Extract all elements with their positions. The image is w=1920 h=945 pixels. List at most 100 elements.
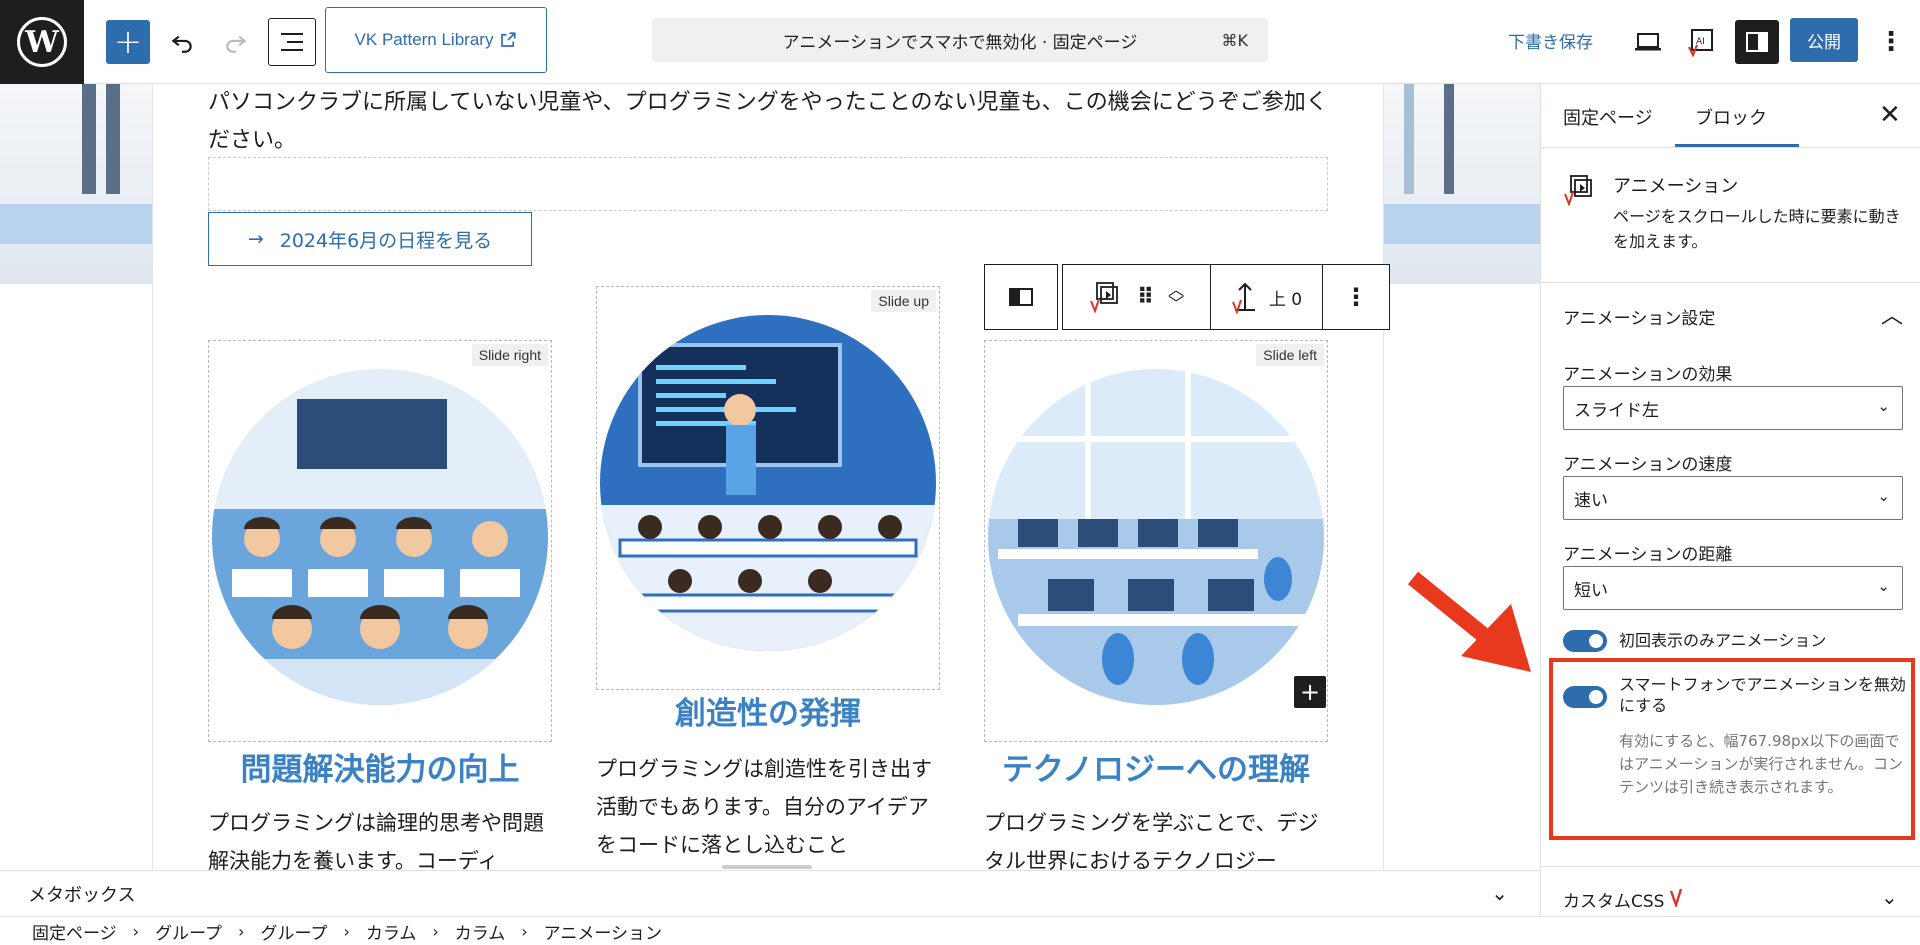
distance-value: 短い <box>1574 580 1608 601</box>
chevron-right-icon: › <box>521 921 528 941</box>
resize-handle[interactable] <box>722 865 812 869</box>
speed-label: アニメーションの速度 <box>1563 455 1733 475</box>
redo-icon <box>226 35 247 53</box>
column-2-title[interactable]: 創造性の発揮 <box>596 688 940 733</box>
custom-css-panel[interactable]: カスタムCSS ⌄ <box>1541 866 1920 926</box>
metabox-area[interactable]: メタボックス ⌄ <box>0 865 1540 916</box>
command-palette-button[interactable]: アニメーションでスマホで無効化 · 固定ページ ⌘K <box>652 18 1268 62</box>
animation-badge: Slide right <box>471 344 548 366</box>
background-image-left <box>0 84 152 284</box>
breadcrumb-item[interactable]: 固定ページ <box>32 919 117 944</box>
parent-block-toolbar <box>984 264 1058 330</box>
distance-select[interactable]: 短い ⌄ <box>1563 566 1903 610</box>
tab-page[interactable]: 固定ページ <box>1563 104 1653 130</box>
breadcrumb-item[interactable]: グループ <box>260 919 327 944</box>
chevron-up-icon[interactable]: ︿ <box>1881 298 1903 330</box>
sidebar-icon <box>1746 32 1768 52</box>
breadcrumb-item[interactable]: カラム <box>455 919 506 944</box>
speed-value: 速い <box>1574 490 1608 511</box>
block-options-button[interactable]: ⋮ <box>1323 265 1389 329</box>
chevron-down-icon: ⌄ <box>1877 487 1890 505</box>
tab-block[interactable]: ブロック <box>1695 104 1767 130</box>
publish-button[interactable]: 公開 <box>1790 18 1858 62</box>
external-link-icon <box>501 32 517 47</box>
teacher-classroom-image <box>600 315 936 651</box>
animation-block-1[interactable]: Slide right <box>208 340 552 742</box>
block-type-controls: ⠿ ︿ ﹀ <box>1063 265 1211 329</box>
background-image-right <box>1384 84 1540 284</box>
move-up-down-icon[interactable]: ︿ ﹀ <box>1168 282 1184 312</box>
breadcrumb-item[interactable]: グループ <box>155 919 222 944</box>
columns-icon <box>1009 288 1033 306</box>
document-overview-button[interactable] <box>268 18 316 66</box>
chevron-down-icon[interactable]: ⌄ <box>1491 881 1508 905</box>
block-toolbar: ⠿ ︿ ﹀ 上 0 ⋮ <box>1062 264 1390 330</box>
classroom-students-image <box>212 369 548 705</box>
schedule-button[interactable]: → 2024年6月の日程を見る <box>208 212 532 266</box>
chevron-right-icon: › <box>432 921 439 941</box>
chevron-right-icon: › <box>343 921 350 941</box>
intro-paragraph[interactable]: パソコンクラブに所属していない児童や、プログラミングをやったことのない児童も、こ… <box>208 84 1328 160</box>
animation-block-3[interactable]: Slide left <box>984 340 1328 742</box>
breadcrumb-item[interactable]: カラム <box>366 919 417 944</box>
animation-block-icon[interactable] <box>1089 281 1123 313</box>
arrow-right-icon: → <box>247 228 264 250</box>
empty-block-placeholder[interactable] <box>208 157 1328 211</box>
save-draft-button[interactable]: 下書き保存 <box>1508 28 1593 53</box>
first-view-only-toggle[interactable] <box>1563 630 1607 652</box>
chevron-down-icon: ⌄ <box>1881 885 1898 909</box>
metabox-label: メタボックス <box>28 884 136 906</box>
undo-button[interactable] <box>160 20 204 64</box>
vk-icon <box>1669 888 1683 907</box>
command-shortcut: ⌘K <box>1221 30 1249 50</box>
block-card: アニメーション ページをスクロールした時に要素に動きを加えます。 <box>1541 148 1920 283</box>
settings-sidebar-toggle[interactable] <box>1735 20 1779 64</box>
column-3-body[interactable]: プログラミングを学ぶことで、デジタル世界におけるテクノロジー <box>984 804 1328 870</box>
chevron-down-icon: ⌄ <box>1877 577 1890 595</box>
breadcrumb-item[interactable]: アニメーション <box>544 919 662 944</box>
chevron-down-icon: ⌄ <box>1877 397 1890 415</box>
effect-select[interactable]: スライド左 ⌄ <box>1563 386 1903 430</box>
select-parent-button[interactable] <box>985 265 1057 329</box>
effect-value: スライド左 <box>1574 400 1659 421</box>
position-value: 上 0 <box>1268 289 1303 310</box>
vk-position-icon <box>1231 282 1255 314</box>
vk-ai-icon: AI <box>1688 29 1713 57</box>
custom-css-label: カスタムCSS <box>1563 892 1665 912</box>
vk-pattern-library-button[interactable]: VK Pattern Library <box>325 7 547 73</box>
undo-icon <box>171 35 192 53</box>
column-3-title[interactable]: テクノロジーへの理解 <box>984 744 1328 789</box>
block-inserter-button[interactable]: + <box>106 20 150 64</box>
first-view-only-label: 初回表示のみアニメーション <box>1619 631 1827 650</box>
settings-sidebar: 固定ページ ブロック ✕ アニメーション ページをスクロールした時に要素に動きを… <box>1540 84 1920 916</box>
block-card-title: アニメーション <box>1613 176 1739 197</box>
options-menu-button[interactable]: ⋮ <box>1876 20 1906 64</box>
active-tab-indicator <box>1675 144 1799 147</box>
redo-button[interactable] <box>214 20 258 64</box>
preview-button[interactable] <box>1626 20 1670 64</box>
block-appender-button[interactable]: + <box>1294 676 1326 708</box>
animation-settings-panel-title[interactable]: アニメーション設定 <box>1563 304 1715 329</box>
sidebar-tabs: 固定ページ ブロック ✕ <box>1541 84 1920 148</box>
vk-pattern-library-label: VK Pattern Library <box>354 30 494 49</box>
speed-select[interactable]: 速い ⌄ <box>1563 476 1903 520</box>
ai-assist-button[interactable]: AI <box>1680 20 1724 64</box>
chevron-right-icon: › <box>238 921 245 941</box>
column-1-body[interactable]: プログラミングは論理的思考や問題解決能力を養います。コーディ <box>208 804 552 870</box>
position-control[interactable]: 上 0 <box>1211 265 1323 329</box>
column-1-title[interactable]: 問題解決能力の向上 <box>208 744 552 789</box>
editor-top-bar: W + VK Pattern Library アニメーションでスマホで無効化 ·… <box>0 0 1920 84</box>
computer-lab-image <box>988 369 1324 705</box>
close-icon[interactable]: ✕ <box>1879 100 1901 130</box>
drag-handle-icon[interactable]: ⠿ <box>1137 285 1154 310</box>
animation-block-icon <box>1564 175 1592 206</box>
wordpress-logo-button[interactable]: W <box>0 0 84 84</box>
animation-block-2[interactable]: Slide up <box>596 286 940 690</box>
desktop-preview-icon <box>1635 33 1661 51</box>
highlight-box <box>1549 658 1915 840</box>
distance-label: アニメーションの距離 <box>1563 545 1733 565</box>
column-2-body[interactable]: プログラミングは創造性を引き出す活動でもあります。自分のアイデアをコードに落とし… <box>596 750 940 864</box>
red-arrow-annotation <box>1407 571 1531 672</box>
effect-label: アニメーションの効果 <box>1563 365 1733 385</box>
animation-badge: Slide left <box>1256 344 1324 366</box>
